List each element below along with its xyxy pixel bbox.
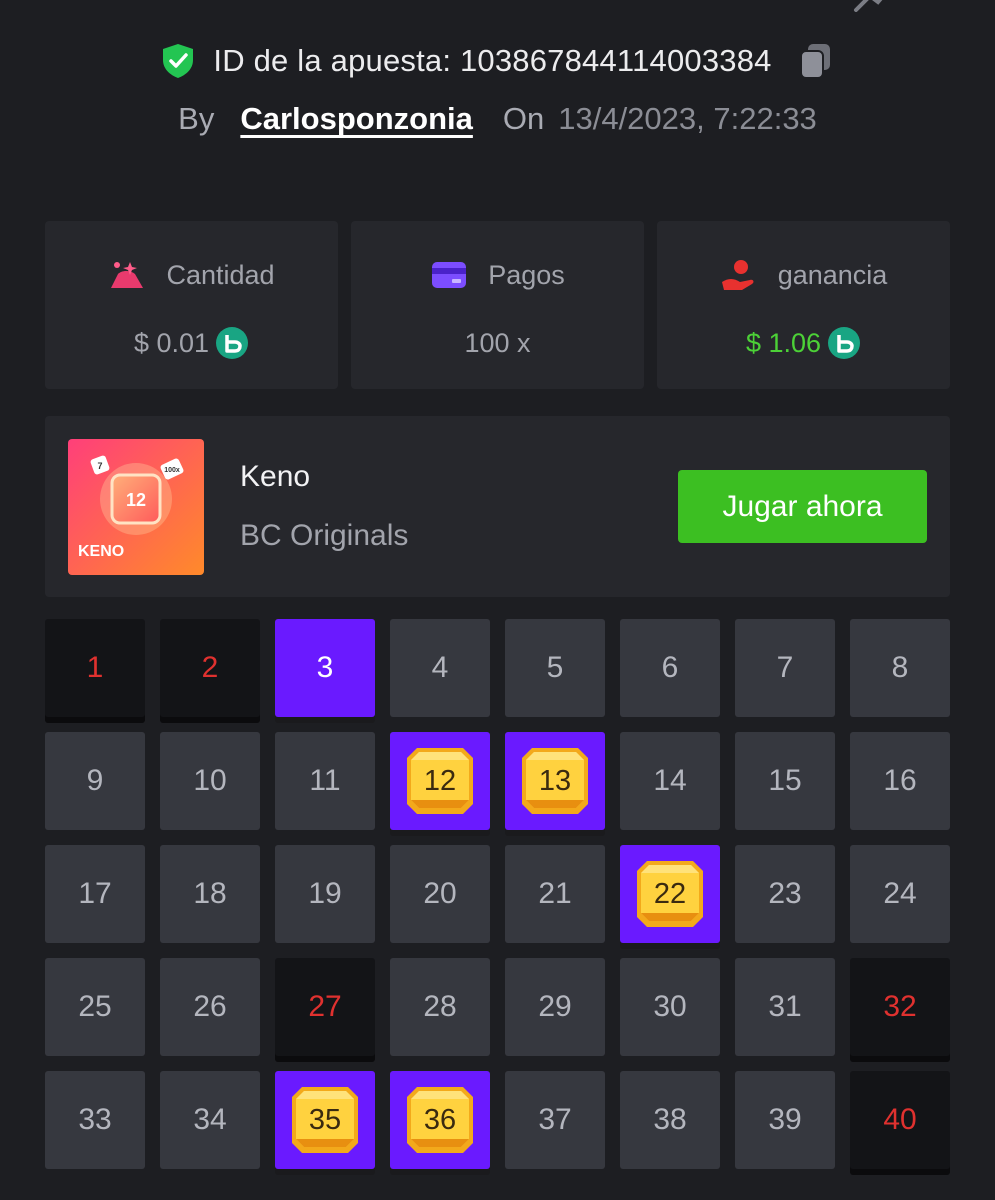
keno-tile-20[interactable]: 20 bbox=[390, 845, 490, 943]
keno-tile-12[interactable]: 12 bbox=[390, 732, 490, 830]
keno-tile-7[interactable]: 7 bbox=[735, 619, 835, 717]
card-icon bbox=[432, 262, 467, 288]
keno-tile-number: 13 bbox=[538, 764, 572, 797]
game-name: Keno bbox=[240, 460, 311, 493]
keno-tile-23[interactable]: 23 bbox=[735, 845, 835, 943]
bet-stats: Cantidad $ 0.01 Pagos 100 x ganancia $ 1… bbox=[45, 221, 950, 389]
keno-tile-40[interactable]: 40 bbox=[850, 1071, 950, 1169]
share-icon[interactable] bbox=[852, 0, 892, 12]
stat-value: $ 1.06 bbox=[745, 327, 822, 358]
keno-tile-18[interactable]: 18 bbox=[160, 845, 260, 943]
by-label: By bbox=[178, 101, 215, 136]
thumb-chip-right: 100x bbox=[164, 467, 180, 474]
keno-tile-16[interactable]: 16 bbox=[850, 732, 950, 830]
keno-tile-38[interactable]: 38 bbox=[620, 1071, 720, 1169]
keno-tile-27[interactable]: 27 bbox=[275, 958, 375, 1056]
stat-label: Cantidad bbox=[166, 259, 275, 290]
keno-board: 1 2 3 4 5 6 7 8 9 10 11 12 13 14 15 16 17 18 19 20 21 22 23 24 2… bbox=[45, 619, 950, 1169]
keno-tile-8[interactable]: 8 bbox=[850, 619, 950, 717]
keno-tile-39[interactable]: 39 bbox=[735, 1071, 835, 1169]
stat-card-payout: Pagos 100 x bbox=[351, 221, 644, 389]
keno-tile-35[interactable]: 35 bbox=[275, 1071, 375, 1169]
thumb-number: 12 bbox=[126, 490, 146, 510]
keno-tile-14[interactable]: 14 bbox=[620, 732, 720, 830]
keno-tile-28[interactable]: 28 bbox=[390, 958, 490, 1056]
keno-tile-number: 12 bbox=[423, 764, 457, 797]
bcd-coin-icon bbox=[828, 327, 861, 359]
keno-tile-number: 22 bbox=[653, 877, 687, 910]
keno-tile-22[interactable]: 22 bbox=[620, 845, 720, 943]
copy-icon[interactable] bbox=[798, 42, 834, 80]
stat-value: 100 x bbox=[464, 327, 531, 358]
keno-tile-10[interactable]: 10 bbox=[160, 732, 260, 830]
keno-tile-1[interactable]: 1 bbox=[45, 619, 145, 717]
keno-tile-11[interactable]: 11 bbox=[275, 732, 375, 830]
keno-tile-30[interactable]: 30 bbox=[620, 958, 720, 1056]
keno-tile-5[interactable]: 5 bbox=[505, 619, 605, 717]
keno-tile-2[interactable]: 2 bbox=[160, 619, 260, 717]
bet-id: ID de la apuesta: 103867844114003384 bbox=[213, 43, 772, 78]
stat-label: ganancia bbox=[777, 259, 888, 290]
thumb-title: KENO bbox=[78, 543, 124, 560]
keno-tile-4[interactable]: 4 bbox=[390, 619, 490, 717]
profit-icon bbox=[721, 260, 754, 290]
stat-value: $ 0.01 bbox=[133, 327, 210, 358]
keno-tile-24[interactable]: 24 bbox=[850, 845, 950, 943]
author-row: By Carlosponzonia On 13/4/2023, 7:22:33 bbox=[0, 96, 995, 142]
keno-tile-32[interactable]: 32 bbox=[850, 958, 950, 1056]
keno-tile-29[interactable]: 29 bbox=[505, 958, 605, 1056]
amount-icon bbox=[111, 262, 144, 288]
keno-tile-34[interactable]: 34 bbox=[160, 1071, 260, 1169]
stat-label: Pagos bbox=[488, 259, 565, 290]
keno-tile-19[interactable]: 19 bbox=[275, 845, 375, 943]
keno-tile-number: 35 bbox=[308, 1103, 342, 1136]
keno-tile-13[interactable]: 13 bbox=[505, 732, 605, 830]
keno-tile-9[interactable]: 9 bbox=[45, 732, 145, 830]
verified-shield-icon bbox=[163, 44, 194, 78]
keno-tile-25[interactable]: 25 bbox=[45, 958, 145, 1056]
keno-tile-15[interactable]: 15 bbox=[735, 732, 835, 830]
game-provider: BC Originals bbox=[240, 519, 409, 552]
stat-card-amount: Cantidad $ 0.01 bbox=[45, 221, 338, 389]
play-now-button[interactable]: Jugar ahora bbox=[678, 470, 927, 543]
thumb-chip-left: 7 bbox=[97, 461, 102, 471]
keno-tile-31[interactable]: 31 bbox=[735, 958, 835, 1056]
keno-tile-number: 36 bbox=[423, 1103, 457, 1136]
game-card: 12 7 100x KENO Keno BC Originals Jugar a… bbox=[45, 416, 950, 597]
keno-tile-17[interactable]: 17 bbox=[45, 845, 145, 943]
keno-tile-6[interactable]: 6 bbox=[620, 619, 720, 717]
keno-tile-37[interactable]: 37 bbox=[505, 1071, 605, 1169]
game-thumbnail[interactable]: 12 7 100x KENO bbox=[68, 439, 204, 575]
bet-id-row: ID de la apuesta: 103867844114003384 bbox=[0, 38, 995, 84]
stat-card-profit: ganancia $ 1.06 bbox=[657, 221, 950, 389]
keno-tile-3[interactable]: 3 bbox=[275, 619, 375, 717]
bcd-coin-icon bbox=[216, 327, 249, 359]
on-label: On bbox=[502, 101, 545, 136]
bet-datetime: 13/4/2023, 7:22:33 bbox=[558, 101, 817, 136]
keno-tile-26[interactable]: 26 bbox=[160, 958, 260, 1056]
keno-tile-33[interactable]: 33 bbox=[45, 1071, 145, 1169]
username-link[interactable]: Carlosponzonia bbox=[240, 101, 473, 137]
keno-tile-36[interactable]: 36 bbox=[390, 1071, 490, 1169]
keno-tile-21[interactable]: 21 bbox=[505, 845, 605, 943]
